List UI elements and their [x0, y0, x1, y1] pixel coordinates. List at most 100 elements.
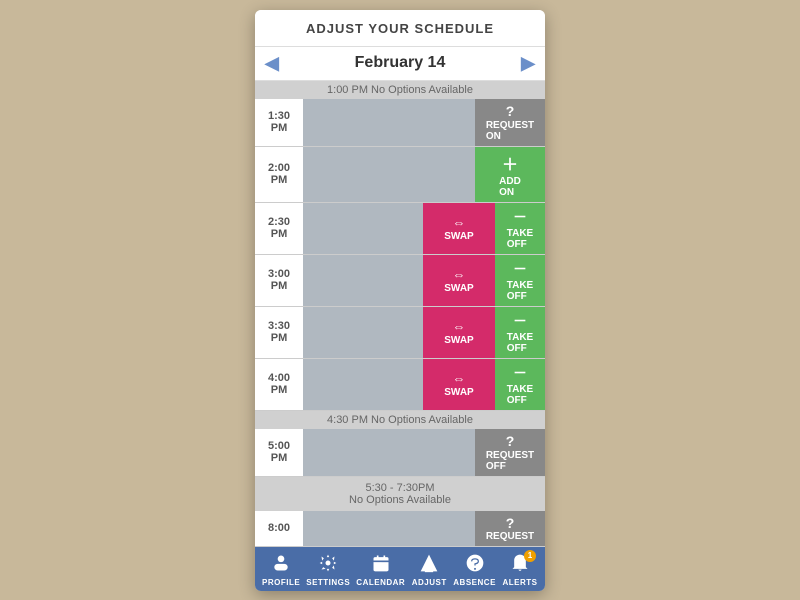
shift-bar-300pm: [303, 255, 423, 306]
swap-label: SWAP: [444, 335, 473, 346]
swap-icon: ⇔: [453, 371, 466, 386]
time-800: 8:00: [255, 511, 303, 546]
schedule-content: 1:00 PM No Options Available 1:30PM ? RE…: [255, 81, 545, 547]
add-on-button-200pm[interactable]: ＋ ADDON: [475, 147, 545, 202]
calendar-icon: [371, 553, 391, 576]
nav-adjust[interactable]: ADJUST: [411, 553, 447, 587]
request-partial-label: REQUEST: [486, 531, 534, 542]
alerts-badge: 1: [524, 550, 536, 562]
take-off-button-330pm[interactable]: － TAKEOFF: [495, 307, 545, 358]
shift-bar-400pm: [303, 359, 423, 410]
no-options-530-line1: 5:30 - 7:30PM: [255, 482, 545, 494]
actions-400pm: ⇔ SWAP － TAKEOFF: [423, 359, 545, 410]
current-date: February 14: [355, 54, 446, 72]
prev-date-arrow[interactable]: ◀: [265, 53, 279, 74]
minus-icon: －: [513, 363, 527, 383]
shift-bar-230pm: [303, 203, 423, 254]
take-off-button-300pm[interactable]: － TAKEOFF: [495, 255, 545, 306]
row-300pm: 3:00PM ⇔ SWAP － TAKEOFF: [255, 255, 545, 307]
swap-icon: ⇔: [453, 215, 466, 230]
row-800: 8:00 ? REQUEST: [255, 511, 545, 547]
date-nav: ◀ February 14 ▶: [255, 47, 545, 81]
absence-icon: [465, 553, 485, 576]
row-200pm: 2:00PM ＋ ADDON: [255, 147, 545, 203]
time-200pm: 2:00PM: [255, 147, 303, 202]
take-off-label: TAKEOFF: [507, 280, 533, 302]
shift-bar-130pm: [303, 99, 475, 146]
nav-settings-label: SETTINGS: [306, 578, 350, 587]
no-options-430pm: 4:30 PM No Options Available: [255, 411, 545, 429]
minus-icon: －: [513, 311, 527, 331]
shift-bar-330pm: [303, 307, 423, 358]
question-icon: ?: [506, 103, 515, 119]
actions-200pm: ＋ ADDON: [475, 147, 545, 202]
question-icon: ?: [506, 515, 515, 531]
time-500pm: 5:00PM: [255, 429, 303, 476]
nav-profile-label: PROFILE: [262, 578, 300, 587]
request-button-800[interactable]: ? REQUEST: [475, 511, 545, 546]
question-icon: ?: [506, 433, 515, 449]
swap-icon: ⇔: [453, 319, 466, 334]
request-off-label: REQUESTOFF: [486, 450, 534, 472]
phone-container: ADJUST YOUR SCHEDULE ◀ February 14 ▶ 1:0…: [255, 10, 545, 591]
swap-button-300pm[interactable]: ⇔ SWAP: [423, 255, 495, 306]
actions-230pm: ⇔ SWAP － TAKEOFF: [423, 203, 545, 254]
no-options-530pm: 5:30 - 7:30PM No Options Available: [255, 477, 545, 511]
settings-icon: [318, 553, 338, 576]
time-300pm: 3:00PM: [255, 255, 303, 306]
adjust-icon: [419, 553, 439, 576]
actions-500pm: ? REQUESTOFF: [475, 429, 545, 476]
no-options-530-line2: No Options Available: [255, 494, 545, 506]
nav-absence-label: ABSENCE: [453, 578, 496, 587]
swap-label: SWAP: [444, 283, 473, 294]
row-330pm: 3:30PM ⇔ SWAP － TAKEOFF: [255, 307, 545, 359]
swap-button-330pm[interactable]: ⇔ SWAP: [423, 307, 495, 358]
time-230pm: 2:30PM: [255, 203, 303, 254]
actions-300pm: ⇔ SWAP － TAKEOFF: [423, 255, 545, 306]
actions-800: ? REQUEST: [475, 511, 545, 546]
time-400pm: 4:00PM: [255, 359, 303, 410]
nav-calendar[interactable]: CALENDAR: [356, 553, 405, 587]
actions-130pm: ? REQUESTON: [475, 99, 545, 146]
page-title: ADJUST YOUR SCHEDULE: [306, 21, 494, 36]
next-date-arrow[interactable]: ▶: [521, 53, 535, 74]
minus-icon: －: [513, 259, 527, 279]
swap-label: SWAP: [444, 231, 473, 242]
bottom-nav: PROFILE SETTINGS CALENDAR: [255, 547, 545, 591]
nav-absence[interactable]: ABSENCE: [453, 553, 496, 587]
swap-button-400pm[interactable]: ⇔ SWAP: [423, 359, 495, 410]
request-on-label: REQUESTON: [486, 120, 534, 142]
plus-icon: ＋: [502, 151, 518, 175]
request-off-button-500pm[interactable]: ? REQUESTOFF: [475, 429, 545, 476]
shift-bar-200pm: [303, 147, 475, 202]
shift-bar-500pm: [303, 429, 475, 476]
no-options-1pm: 1:00 PM No Options Available: [255, 81, 545, 99]
shift-bar-800: [303, 511, 475, 546]
swap-label: SWAP: [444, 387, 473, 398]
profile-icon: [271, 553, 291, 576]
take-off-label: TAKEOFF: [507, 384, 533, 406]
swap-icon: ⇔: [453, 267, 466, 282]
row-400pm: 4:00PM ⇔ SWAP － TAKEOFF: [255, 359, 545, 411]
nav-adjust-label: ADJUST: [412, 578, 447, 587]
time-330pm: 3:30PM: [255, 307, 303, 358]
take-off-button-400pm[interactable]: － TAKEOFF: [495, 359, 545, 410]
row-230pm: 2:30PM ⇔ SWAP － TAKEOFF: [255, 203, 545, 255]
row-500pm: 5:00PM ? REQUESTOFF: [255, 429, 545, 477]
minus-icon: －: [513, 207, 527, 227]
take-off-button-230pm[interactable]: － TAKEOFF: [495, 203, 545, 254]
nav-alerts[interactable]: 1 ALERTS: [502, 553, 538, 587]
nav-profile[interactable]: PROFILE: [262, 553, 300, 587]
row-130pm: 1:30PM ? REQUESTON: [255, 99, 545, 147]
swap-button-230pm[interactable]: ⇔ SWAP: [423, 203, 495, 254]
nav-alerts-label: ALERTS: [502, 578, 537, 587]
request-on-button-130pm[interactable]: ? REQUESTON: [475, 99, 545, 146]
header: ADJUST YOUR SCHEDULE: [255, 10, 545, 47]
time-130pm: 1:30PM: [255, 99, 303, 146]
add-on-label: ADDON: [499, 176, 521, 198]
take-off-label: TAKEOFF: [507, 332, 533, 354]
take-off-label: TAKEOFF: [507, 228, 533, 250]
nav-settings[interactable]: SETTINGS: [306, 553, 350, 587]
actions-330pm: ⇔ SWAP － TAKEOFF: [423, 307, 545, 358]
nav-calendar-label: CALENDAR: [356, 578, 405, 587]
